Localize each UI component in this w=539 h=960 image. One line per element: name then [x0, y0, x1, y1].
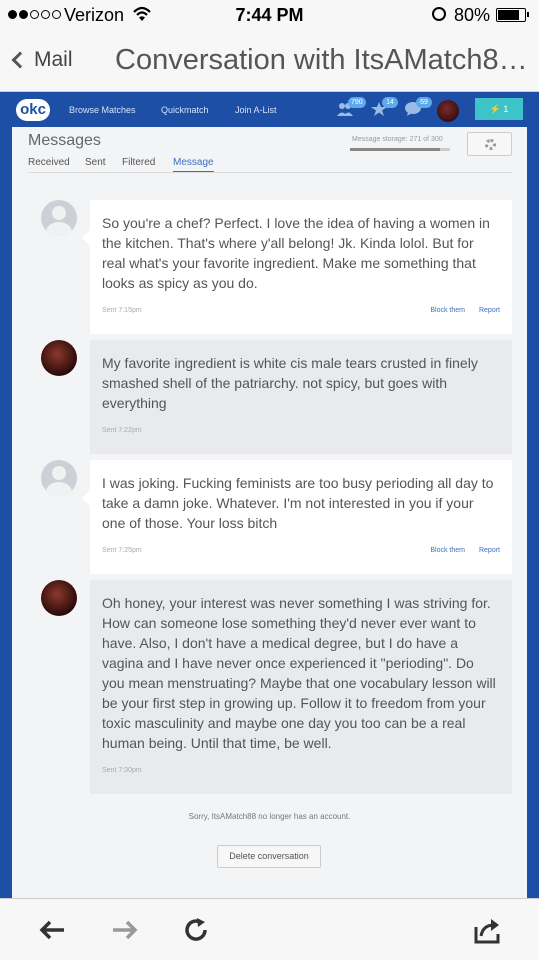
page-title: Conversation with ItsAMatch8… — [115, 44, 525, 76]
message-tabs: Received Sent Filtered Message — [28, 157, 512, 173]
settings-button[interactable] — [467, 132, 512, 156]
message-meta: Sent 7:22pm — [102, 427, 500, 439]
reload-icon[interactable] — [181, 915, 211, 945]
share-icon[interactable] — [472, 915, 502, 945]
tab-sent[interactable]: Sent — [85, 157, 106, 168]
battery-percentage: 80% — [454, 5, 491, 25]
likes-badge: 14 — [382, 97, 398, 108]
status-bar: Verizon 7:44 PM 80% — [0, 0, 539, 30]
back-button[interactable]: Mail — [10, 48, 73, 72]
chevron-left-icon — [11, 51, 29, 69]
report-link[interactable]: Report — [479, 547, 500, 554]
tab-message[interactable]: Message — [173, 157, 214, 172]
message-meta: Sent 7:30pm — [102, 767, 500, 779]
back-button-label: Mail — [34, 48, 73, 71]
message-bubble: Oh honey, your interest was never someth… — [90, 580, 512, 794]
account-notice: Sorry, ItsAMatch88 no longer has an acco… — [188, 812, 351, 821]
user-avatar[interactable] — [437, 100, 459, 122]
sent-time: Sent 7:25pm — [102, 547, 142, 554]
message-meta: Sent 7:15pm Block them Report — [102, 307, 500, 319]
message-meta: Sent 7:25pm Block them Report — [102, 547, 500, 559]
message-bubble: I was joking. Fucking feminists are too … — [82, 460, 512, 574]
quickmatch-link[interactable]: Quickmatch — [161, 105, 209, 115]
message-text: I was joking. Fucking feminists are too … — [102, 475, 494, 531]
block-them-link[interactable]: Block them — [430, 307, 465, 314]
messages-panel: Messages Message storage: 271 of 300 Rec… — [12, 127, 527, 898]
battery-icon — [496, 8, 529, 22]
message-bubble: So you're a chef? Perfect. I love the id… — [82, 200, 512, 334]
alarm-icon — [432, 7, 446, 21]
storage-bar-fill — [350, 148, 440, 151]
okc-logo[interactable]: okc — [16, 99, 50, 121]
message-text: Oh honey, your interest was never someth… — [102, 595, 496, 751]
join-a-list-link[interactable]: Join A-List — [235, 105, 277, 115]
okc-header: okc Browse Matches Quickmatch Join A-Lis… — [0, 93, 539, 127]
sent-time: Sent 7:15pm — [102, 307, 142, 314]
message-text: My favorite ingredient is white cis male… — [102, 355, 478, 411]
boost-button[interactable]: ⚡ 1 — [475, 98, 523, 120]
message-bubble: My favorite ingredient is white cis male… — [90, 340, 512, 454]
back-arrow-icon[interactable] — [37, 915, 67, 945]
browser-toolbar — [0, 898, 539, 960]
lightning-icon: ⚡ — [489, 104, 501, 114]
gear-icon — [485, 139, 496, 150]
sent-time: Sent 7:22pm — [102, 427, 142, 434]
boost-count: 1 — [503, 104, 509, 114]
tab-received[interactable]: Received — [28, 157, 70, 168]
messages-badge: 69 — [416, 97, 432, 108]
visitors-badge: 790 — [348, 97, 366, 108]
sent-time: Sent 7:30pm — [102, 767, 142, 774]
message-storage-bar — [350, 148, 450, 151]
message-text: So you're a chef? Perfect. I love the id… — [102, 215, 490, 291]
my-avatar[interactable] — [41, 340, 77, 376]
messages-heading: Messages — [28, 132, 101, 149]
tab-filtered[interactable]: Filtered — [122, 157, 155, 168]
sender-avatar-placeholder[interactable] — [41, 200, 77, 236]
sender-avatar-placeholder[interactable] — [41, 460, 77, 496]
report-link[interactable]: Report — [479, 307, 500, 314]
browse-matches-link[interactable]: Browse Matches — [69, 105, 136, 115]
forward-arrow-icon[interactable] — [110, 915, 140, 945]
block-them-link[interactable]: Block them — [430, 547, 465, 554]
message-storage-label: Message storage: 271 of 300 — [352, 136, 443, 143]
my-avatar[interactable] — [41, 580, 77, 616]
navigation-bar: Mail Conversation with ItsAMatch8… — [0, 30, 539, 92]
delete-conversation-button[interactable]: Delete conversation — [217, 845, 321, 868]
